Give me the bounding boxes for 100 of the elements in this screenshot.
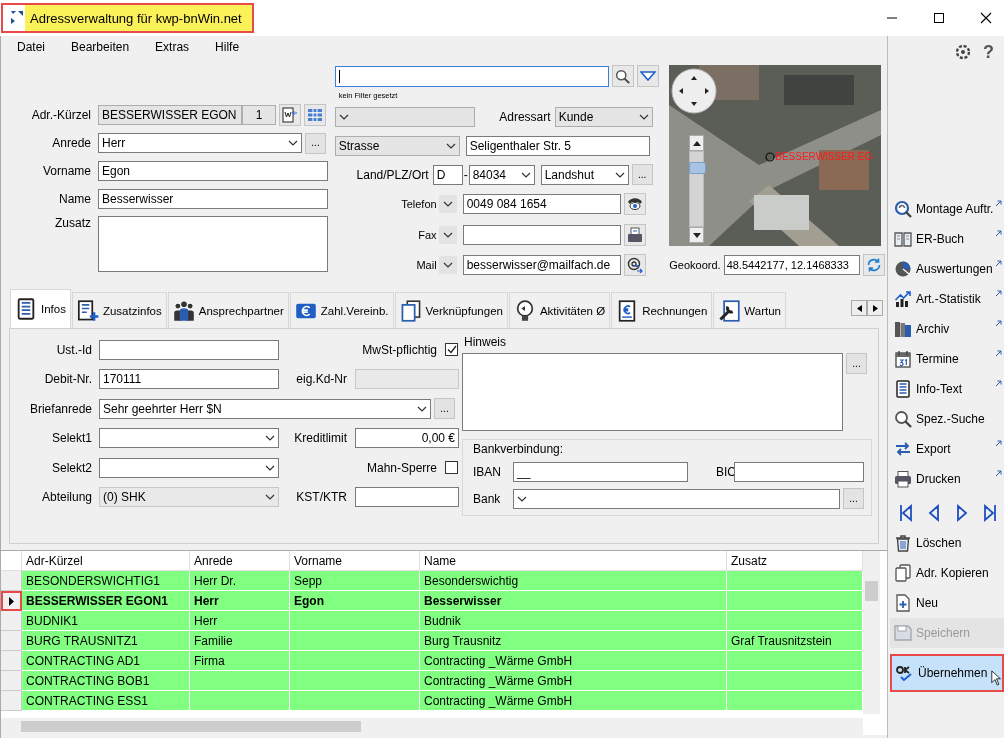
search-field[interactable] (334, 65, 609, 87)
sidebar-action[interactable]: Montage Auftr. (890, 194, 1004, 224)
sidebar-action[interactable]: Info-Text (890, 374, 1004, 404)
dropdown[interactable]: Herr (98, 133, 302, 153)
note-text-area[interactable] (462, 353, 843, 431)
horizontal-scrollbar[interactable] (1, 718, 863, 735)
scroll-left-button[interactable] (851, 300, 867, 316)
sidebar-action[interactable]: Löschen (890, 528, 1004, 558)
phone-button[interactable] (623, 193, 646, 216)
column-header[interactable]: Anrede (190, 551, 290, 571)
column-header[interactable]: Name (420, 551, 727, 571)
vertical-scrollbar[interactable] (863, 551, 880, 714)
more-button[interactable]: ... (846, 353, 867, 374)
sidebar-action[interactable]: Export (890, 434, 1004, 464)
dropdown[interactable] (99, 457, 279, 478)
fax-button[interactable] (623, 223, 646, 246)
phone-eye-icon (626, 197, 643, 212)
text-field[interactable]: Seligenthaler Str. 5 (465, 135, 650, 156)
text-field[interactable]: Besserwisser (98, 189, 328, 209)
column-header[interactable]: Vorname (290, 551, 420, 571)
scroll-right-button[interactable] (867, 300, 883, 316)
dropdown[interactable]: Strasse (334, 135, 460, 156)
checkbox[interactable] (445, 461, 458, 475)
dropdown[interactable]: Landshut (540, 164, 629, 185)
dropdown[interactable] (513, 488, 840, 509)
sidebar-action[interactable]: Neu (890, 588, 1004, 618)
text-field[interactable]: besserwisser@mailfach.de (462, 255, 621, 276)
sidebar-action[interactable]: Übernehmen (890, 654, 1004, 692)
calendar-icon (894, 350, 912, 368)
text-area[interactable] (98, 216, 328, 272)
dropdown-button[interactable] (438, 256, 457, 275)
dropdown[interactable]: 84034 (468, 164, 535, 185)
zoom-slider[interactable] (689, 151, 705, 227)
slider-thumb[interactable] (689, 161, 707, 174)
column-header[interactable]: Zusatz (727, 551, 863, 571)
tab[interactable]: Rechnungen (611, 292, 713, 328)
table-cell: Besonderswichtig (420, 571, 727, 591)
bic-field[interactable] (734, 462, 864, 482)
sidebar-action[interactable]: Drucken (890, 464, 1004, 494)
zoom-in-button[interactable] (689, 135, 705, 151)
menu-item[interactable]: Extras (155, 40, 190, 54)
sidebar-action[interactable]: Adr. Kopieren (890, 558, 1004, 588)
text-field[interactable]: 48.5442177, 12.1468333 (723, 255, 860, 275)
tab[interactable]: Infos (10, 289, 71, 328)
sidebar-action[interactable]: Auswertungen (890, 254, 1004, 284)
help-icon[interactable]: ? (983, 44, 994, 60)
dropdown-button[interactable] (438, 195, 457, 214)
tab[interactable]: Aktivitäten Ø (508, 292, 611, 328)
filter-button[interactable] (636, 65, 659, 87)
sidebar-action[interactable]: ER-Buch (890, 224, 1004, 254)
triangle-left-icon (856, 304, 862, 312)
sidebar-action[interactable]: Art.-Statistik (890, 284, 1004, 314)
amount-field[interactable]: 0,00 € (355, 428, 459, 449)
mail-button[interactable] (623, 254, 646, 277)
tab[interactable]: Ansprechpartner (167, 292, 289, 328)
first-record-button[interactable] (899, 504, 913, 522)
maximize-icon[interactable] (933, 12, 945, 24)
more-button[interactable]: ... (631, 164, 653, 185)
refresh-button[interactable] (862, 254, 885, 276)
tab[interactable]: Verknüpfungen (394, 292, 508, 328)
last-record-button[interactable] (983, 504, 997, 522)
text-field[interactable]: 170111 (99, 369, 279, 390)
text-field[interactable]: 0049 084 1654 (462, 194, 621, 215)
field-label: Ust.-Id (55, 342, 92, 357)
dropdown[interactable]: Kunde (554, 106, 653, 127)
text-field[interactable] (99, 339, 279, 360)
dropdown[interactable] (99, 428, 279, 449)
menu-item[interactable]: Datei (17, 40, 45, 54)
tab[interactable]: Zusatzinfos (71, 292, 167, 328)
settings-icon[interactable] (955, 44, 971, 60)
column-header[interactable]: Adr-Kürzel (22, 551, 190, 571)
zoom-out-button[interactable] (689, 227, 705, 243)
code-field[interactable]: BESSERWISSER EGON (98, 105, 242, 125)
dropdown-button[interactable] (438, 225, 457, 244)
word-export-button[interactable] (279, 104, 301, 126)
sidebar-action[interactable]: Archiv (890, 314, 1004, 344)
sidebar-action[interactable]: Termine (890, 344, 1004, 374)
checkbox[interactable] (445, 343, 458, 357)
menu-item[interactable]: Hilfe (215, 40, 240, 54)
dropdown[interactable]: Sehr geehrter Herr $N (99, 398, 431, 419)
grid-view-button[interactable] (304, 104, 326, 126)
field-label: Hinweis (464, 335, 507, 349)
more-button[interactable]: ... (843, 488, 864, 509)
tab[interactable]: Wartun (713, 292, 786, 328)
sidebar-action[interactable]: Spez.-Suche (890, 404, 1004, 434)
close-icon[interactable] (980, 12, 992, 24)
iban-field[interactable]: __ (513, 462, 688, 482)
menu-item[interactable]: Bearbeiten (71, 40, 130, 54)
more-button[interactable]: ... (434, 398, 455, 420)
number-field[interactable]: 1 (242, 105, 276, 125)
previous-record-button[interactable] (927, 504, 941, 522)
tab[interactable]: Zahl.Vereinb. (289, 292, 394, 328)
text-field[interactable] (462, 224, 621, 245)
next-record-button[interactable] (955, 504, 969, 522)
text-field[interactable]: Egon (98, 161, 328, 181)
search-button[interactable] (611, 65, 634, 87)
text-field[interactable]: D (432, 164, 463, 185)
pan-control[interactable] (671, 68, 718, 114)
more-button[interactable]: ... (305, 132, 326, 154)
row-indicator[interactable] (1, 591, 22, 611)
